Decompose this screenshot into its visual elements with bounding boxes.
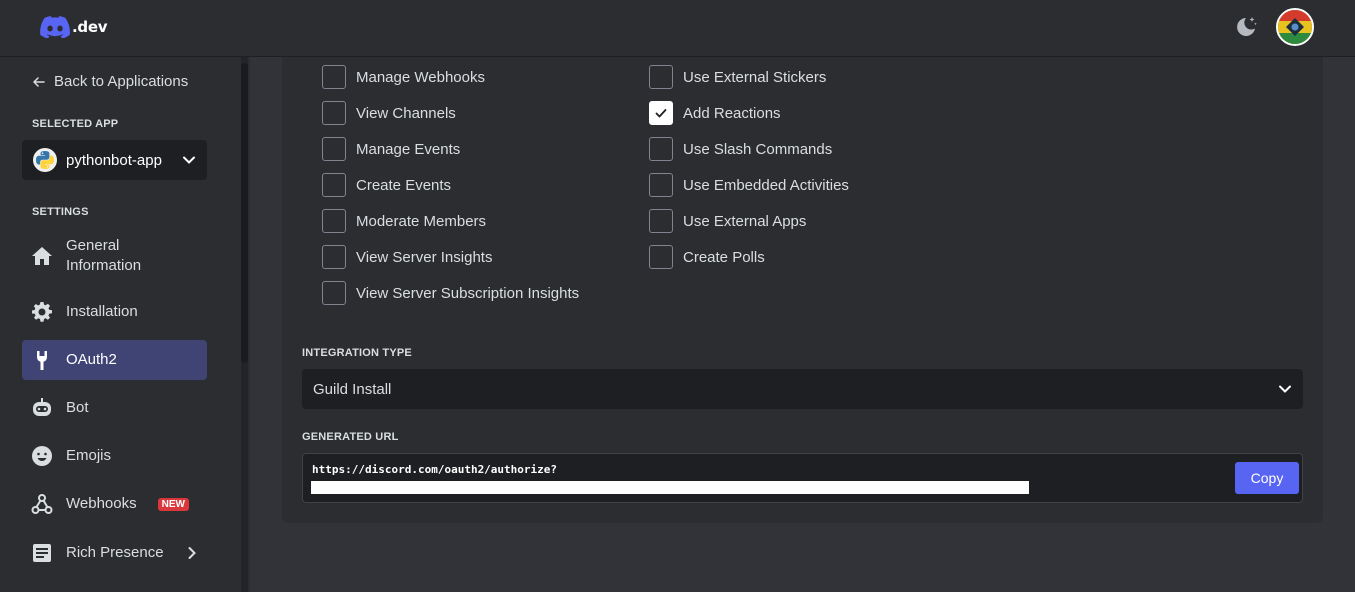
bot-icon: [31, 397, 53, 419]
permission-add-reactions[interactable]: Add Reactions: [649, 101, 781, 125]
logo-text: .dev: [72, 18, 108, 36]
permission-manage-events[interactable]: Manage Events: [322, 137, 460, 161]
checkbox[interactable]: [649, 245, 673, 269]
checkbox[interactable]: [322, 173, 346, 197]
permission-label: Moderate Members: [356, 212, 487, 230]
generated-url-field[interactable]: https://discord.com/oauth2/authorize? Co…: [302, 453, 1303, 503]
chevron-down-icon: [1279, 385, 1291, 393]
permission-create-polls[interactable]: Create Polls: [649, 245, 765, 269]
chevron-down-icon: [183, 156, 195, 164]
sidebar-item-label: General Information: [66, 237, 142, 274]
sidebar-item-label: OAuth2: [66, 351, 117, 368]
integration-type-value: Guild Install: [313, 380, 392, 398]
checkbox[interactable]: [649, 65, 673, 89]
permission-manage-webhooks[interactable]: Manage Webhooks: [322, 65, 485, 89]
gear-icon: [31, 301, 53, 323]
wrench-icon: [31, 349, 53, 371]
top-bar: .dev: [0, 0, 1355, 57]
sidebar-item-label: Webhooks: [66, 495, 137, 512]
permission-use-external-apps[interactable]: Use External Apps: [649, 209, 806, 233]
sidebar-item-label: Bot: [66, 399, 89, 416]
new-badge: NEW: [157, 497, 189, 511]
discord-dev-logo[interactable]: .dev: [40, 16, 107, 38]
permission-use-embedded-activities[interactable]: Use Embedded Activities: [649, 173, 849, 197]
integration-type-label: INTEGRATION TYPE: [302, 347, 412, 359]
permission-moderate-members[interactable]: Moderate Members: [322, 209, 486, 233]
sidebar-item-label: Installation: [66, 303, 138, 320]
redacted-url-bar: [311, 481, 1029, 494]
arrow-left-icon: [33, 76, 45, 87]
integration-type-select[interactable]: Guild Install: [302, 369, 1303, 409]
selected-app-label: SELECTED APP: [32, 118, 119, 130]
back-to-applications-link[interactable]: Back to Applications: [32, 73, 188, 90]
back-label: Back to Applications: [54, 73, 189, 90]
settings-label: SETTINGS: [32, 206, 89, 218]
permission-label: Use Slash Commands: [683, 140, 833, 158]
sidebar-item-oauth2[interactable]: OAuth2: [22, 340, 207, 380]
sidebar-item-bot[interactable]: Bot: [22, 388, 207, 428]
discord-logo-icon: [40, 16, 70, 38]
permission-label: Create Polls: [683, 248, 765, 266]
permission-use-slash-commands[interactable]: Use Slash Commands: [649, 137, 832, 161]
permission-label: Add Reactions: [683, 104, 781, 122]
permission-use-external-stickers[interactable]: Use External Stickers: [649, 65, 826, 89]
chevron-right-icon: [188, 547, 196, 559]
sidebar-item-emojis[interactable]: Emojis: [22, 436, 207, 476]
sidebar-item-label: Emojis: [66, 447, 112, 464]
checkbox[interactable]: [322, 137, 346, 161]
checkbox[interactable]: [322, 281, 346, 305]
permission-label: Use External Stickers: [683, 68, 827, 86]
sidebar-item-rich-presence[interactable]: Rich Presence: [22, 533, 207, 573]
sidebar-item-installation[interactable]: Installation: [22, 292, 207, 332]
checkbox[interactable]: [322, 209, 346, 233]
checkbox[interactable]: [649, 137, 673, 161]
document-icon: [31, 542, 53, 564]
sidebar-item-general-information[interactable]: General Information: [22, 235, 207, 277]
permission-label: Create Events: [356, 176, 452, 194]
moon-stars-icon[interactable]: [1233, 14, 1259, 40]
permission-label: View Channels: [356, 104, 456, 122]
home-icon: [31, 245, 53, 267]
permission-label: View Server Insights: [356, 248, 493, 266]
checkbox-checked[interactable]: [649, 101, 673, 125]
checkbox[interactable]: [649, 209, 673, 233]
permission-label: Use Embedded Activities: [683, 176, 849, 194]
checkbox[interactable]: [649, 173, 673, 197]
permission-label: Use External Apps: [683, 212, 807, 230]
app-selector[interactable]: pythonbot-app: [22, 140, 207, 180]
sidebar-item-webhooks[interactable]: Webhooks NEW: [22, 484, 207, 524]
generated-url-text[interactable]: https://discord.com/oauth2/authorize?: [312, 463, 557, 476]
sidebar-scrollbar[interactable]: [241, 63, 248, 363]
checkbox[interactable]: [322, 65, 346, 89]
python-icon: [33, 148, 57, 172]
generated-url-label: GENERATED URL: [302, 431, 399, 443]
emoji-icon: [31, 445, 53, 467]
checkbox[interactable]: [322, 101, 346, 125]
permission-label: Manage Webhooks: [356, 68, 485, 86]
webhook-icon: [31, 493, 53, 515]
checkbox[interactable]: [322, 245, 346, 269]
sidebar-item-label: Rich Presence: [66, 544, 164, 561]
user-avatar[interactable]: [1276, 8, 1314, 46]
permission-view-channels[interactable]: View Channels: [322, 101, 456, 125]
permission-label: Manage Events: [356, 140, 461, 158]
checkmark-icon: [655, 109, 667, 118]
permission-view-server-insights[interactable]: View Server Insights: [322, 245, 492, 269]
app-name: pythonbot-app: [66, 151, 162, 169]
permission-label: View Server Subscription Insights: [356, 284, 580, 302]
permission-view-server-subscription-insights[interactable]: View Server Subscription Insights: [322, 281, 579, 305]
permission-create-events[interactable]: Create Events: [322, 173, 451, 197]
copy-button[interactable]: Copy: [1235, 462, 1299, 494]
